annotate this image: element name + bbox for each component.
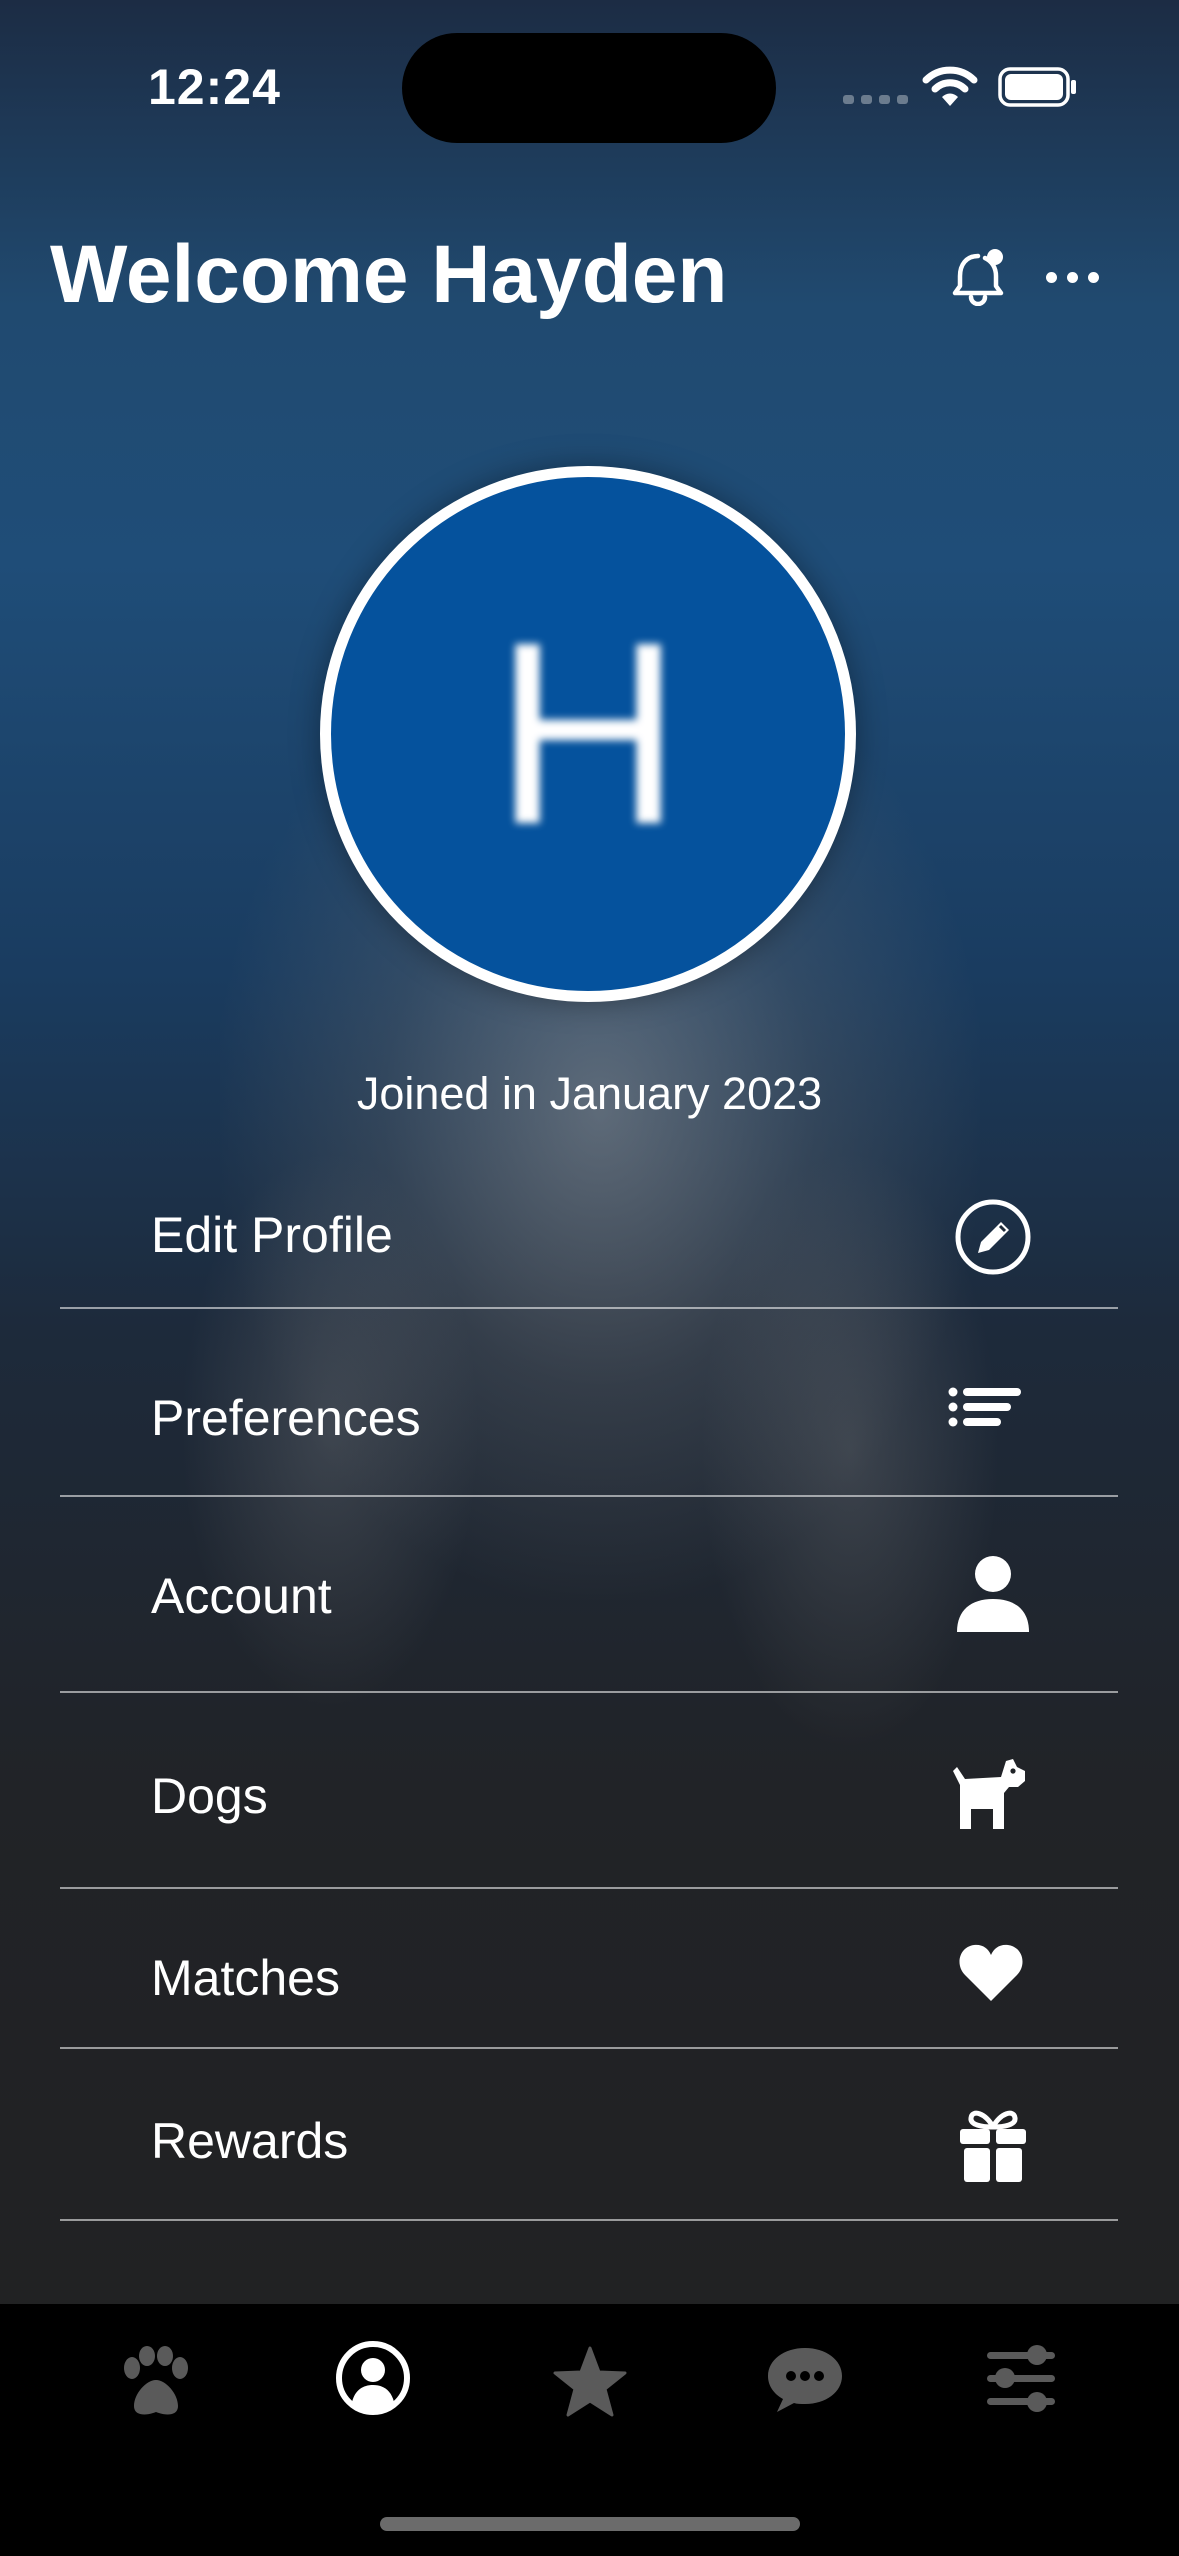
menu-item-edit-profile[interactable]: Edit Profile	[60, 1165, 1118, 1309]
pencil-circle-icon	[955, 1199, 1031, 1275]
bell-badge-icon[interactable]	[950, 248, 1006, 306]
star-icon[interactable]	[553, 2346, 627, 2418]
ellipsis-icon[interactable]	[1046, 272, 1099, 283]
menu-item-label: Edit Profile	[151, 1207, 393, 1263]
home-indicator[interactable]	[380, 2517, 800, 2531]
menu-item-label: Rewards	[151, 2113, 349, 2169]
paw-icon[interactable]	[118, 2346, 194, 2418]
page-title: Welcome Hayden	[50, 229, 728, 320]
chat-bubble-icon[interactable]	[766, 2346, 844, 2414]
menu-item-label: Dogs	[151, 1768, 268, 1824]
cellular-signal-icon	[843, 95, 908, 104]
menu-item-rewards[interactable]: Rewards	[60, 2049, 1118, 2221]
menu-item-label: Account	[151, 1568, 332, 1624]
person-icon	[957, 1556, 1029, 1632]
avatar[interactable]: H	[320, 466, 856, 1002]
dog-icon	[953, 1759, 1025, 1829]
menu-item-preferences[interactable]: Preferences	[60, 1309, 1118, 1497]
profile-screen: 12:24 Welcome Hayden H Joined in January…	[0, 0, 1179, 2556]
wifi-icon	[922, 66, 978, 106]
avatar-initial: H	[494, 589, 682, 879]
gift-icon	[960, 2110, 1026, 2182]
heart-icon	[959, 1944, 1023, 2001]
status-time: 12:24	[148, 59, 281, 115]
menu-item-matches[interactable]: Matches	[60, 1889, 1118, 2049]
menu-item-label: Preferences	[151, 1390, 421, 1446]
sliders-icon[interactable]	[985, 2344, 1057, 2414]
list-icon	[948, 1387, 1021, 1427]
menu-item-dogs[interactable]: Dogs	[60, 1693, 1118, 1889]
menu-item-account[interactable]: Account	[60, 1497, 1118, 1693]
menu-item-label: Matches	[151, 1950, 340, 2006]
battery-icon	[998, 67, 1076, 107]
dynamic-island	[402, 33, 776, 143]
joined-date: Joined in January 2023	[356, 1068, 823, 1119]
profile-circle-icon[interactable]	[335, 2340, 411, 2416]
